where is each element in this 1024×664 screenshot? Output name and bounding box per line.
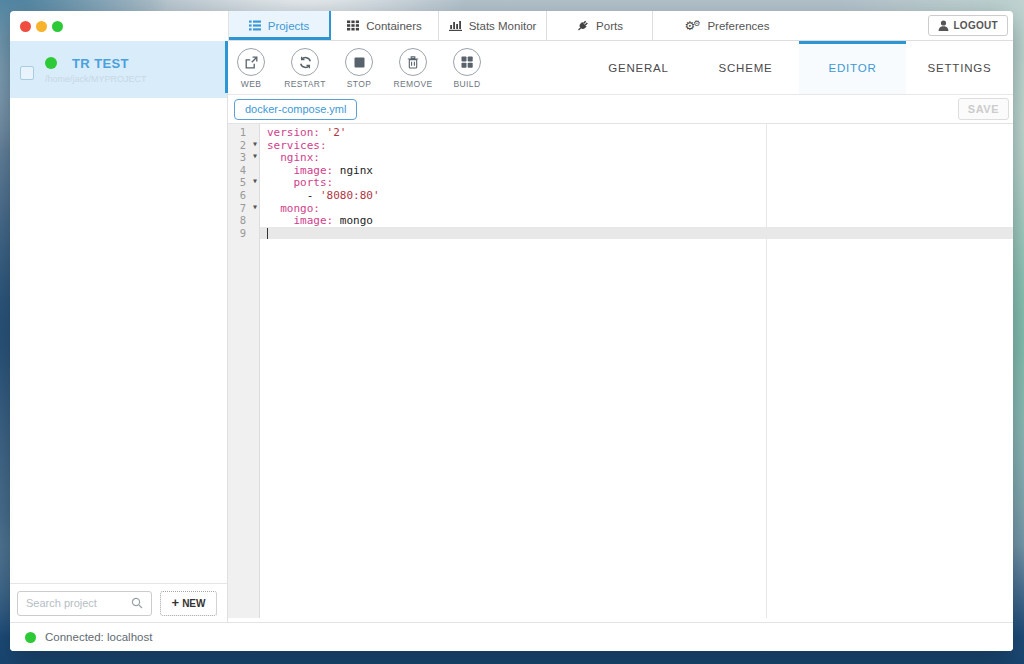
tool-label: BUILD (453, 79, 480, 89)
code-line-3[interactable]: nginx: (260, 151, 1013, 164)
stop-button[interactable]: STOP (332, 41, 386, 94)
nav-tab-containers[interactable]: Containers (331, 11, 439, 40)
nav-tab-projects[interactable]: Projects (229, 11, 331, 40)
file-tab-bar: docker-compose.yml SAVE (228, 95, 1013, 124)
project-list-item[interactable]: TR TEST /home/jack/MYPROJECT (10, 41, 227, 98)
fold-arrow-icon: ▾ (252, 201, 258, 212)
stop-icon (354, 57, 365, 68)
project-checkbox[interactable] (20, 66, 34, 80)
project-toolbar: WEB RESTART STOP (224, 41, 494, 94)
project-action-bar: WEB RESTART STOP (228, 41, 1013, 95)
editor-ruler (766, 124, 767, 618)
fold-arrow-icon: ▾ (252, 138, 258, 149)
tab-scheme[interactable]: SCHEME (692, 41, 799, 94)
logout-button[interactable]: LOGOUT (928, 15, 1008, 36)
stats-icon (449, 20, 462, 31)
nav-tab-preferences[interactable]: ⚙⚙ Preferences (653, 11, 801, 40)
new-project-label: NEW (182, 598, 205, 609)
save-button[interactable]: SAVE (958, 98, 1009, 120)
project-path: /home/jack/MYPROJECT (45, 74, 147, 84)
nav-tab-label: Preferences (707, 20, 769, 32)
tool-label: WEB (241, 79, 262, 89)
nav-tab-label: Containers (366, 20, 422, 32)
new-project-button[interactable]: + NEW (160, 591, 217, 616)
restart-button[interactable]: RESTART (278, 41, 332, 94)
tab-general[interactable]: GENERAL (585, 41, 692, 94)
file-tab-docker-compose[interactable]: docker-compose.yml (234, 99, 357, 120)
external-link-icon (245, 56, 258, 69)
code-line-9[interactable] (260, 227, 1013, 240)
gutter-line-5[interactable]: 5▾ (228, 176, 259, 189)
fold-arrow-icon: ▾ (252, 175, 258, 186)
nav-tab-label: Stats Monitor (469, 20, 537, 32)
editor-code[interactable]: version: '2'services: nginx: image: ngin… (260, 124, 1013, 618)
web-button[interactable]: WEB (224, 41, 278, 94)
gutter-line-8: 8 (228, 214, 259, 227)
sidebar-footer: Search project + NEW (10, 583, 227, 622)
connection-status-dot (25, 632, 36, 643)
search-icon (131, 597, 143, 609)
editor-gutter: 12▾3▾45▾67▾89 (228, 124, 260, 618)
project-name: TR TEST (72, 56, 129, 71)
containers-icon (347, 20, 359, 31)
main-nav: Projects Containers Stats Monitor Ports (228, 11, 1013, 41)
app-window: Projects Containers Stats Monitor Ports (10, 11, 1013, 651)
search-project-input[interactable]: Search project (17, 591, 152, 616)
code-line-6[interactable]: - '8080:80' (260, 189, 1013, 202)
minimize-window-button[interactable] (36, 21, 47, 32)
code-line-8[interactable]: image: mongo (260, 214, 1013, 227)
ports-icon (576, 20, 589, 32)
window-header: Projects Containers Stats Monitor Ports (10, 11, 1013, 41)
gutter-line-3[interactable]: 3▾ (228, 151, 259, 164)
connection-status-text: Connected: localhost (45, 631, 152, 643)
fold-arrow-icon: ▾ (252, 150, 258, 161)
grid-icon (461, 56, 473, 68)
text-cursor (267, 228, 268, 239)
code-line-5[interactable]: ports: (260, 176, 1013, 189)
window-titlebar (10, 11, 228, 41)
close-window-button[interactable] (20, 21, 31, 32)
code-line-2[interactable]: services: (260, 139, 1013, 152)
tab-editor[interactable]: EDITOR (799, 41, 906, 94)
tool-label: REMOVE (393, 79, 432, 89)
nav-tab-label: Ports (596, 20, 623, 32)
refresh-icon (299, 56, 312, 69)
tab-settings[interactable]: SETTINGS (906, 41, 1013, 94)
project-status-dot (45, 57, 57, 69)
nav-tab-stats-monitor[interactable]: Stats Monitor (439, 11, 547, 40)
maximize-window-button[interactable] (52, 21, 63, 32)
preferences-icon: ⚙⚙ (685, 20, 701, 32)
gutter-line-9: 9 (228, 227, 259, 240)
tool-label: RESTART (284, 79, 326, 89)
remove-button[interactable]: REMOVE (386, 41, 440, 94)
code-line-1[interactable]: version: '2' (260, 126, 1013, 139)
gutter-line-7[interactable]: 7▾ (228, 202, 259, 215)
nav-tab-ports[interactable]: Ports (547, 11, 653, 40)
panel-tabs: GENERAL SCHEME EDITOR SETTINGS (585, 41, 1013, 94)
code-line-4[interactable]: image: nginx (260, 164, 1013, 177)
search-placeholder: Search project (26, 597, 97, 609)
status-bar: Connected: localhost (10, 622, 1013, 651)
project-sidebar: TR TEST /home/jack/MYPROJECT Search proj… (10, 41, 228, 622)
logout-label: LOGOUT (953, 20, 998, 31)
tool-label: STOP (347, 79, 372, 89)
user-icon (938, 20, 949, 31)
nav-tab-label: Projects (268, 20, 310, 32)
plus-icon: + (172, 595, 180, 610)
code-editor[interactable]: 12▾3▾45▾67▾89 version: '2'services: ngin… (228, 124, 1013, 622)
trash-icon (407, 56, 419, 69)
projects-icon (249, 20, 261, 31)
build-button[interactable]: BUILD (440, 41, 494, 94)
code-line-7[interactable]: mongo: (260, 202, 1013, 215)
